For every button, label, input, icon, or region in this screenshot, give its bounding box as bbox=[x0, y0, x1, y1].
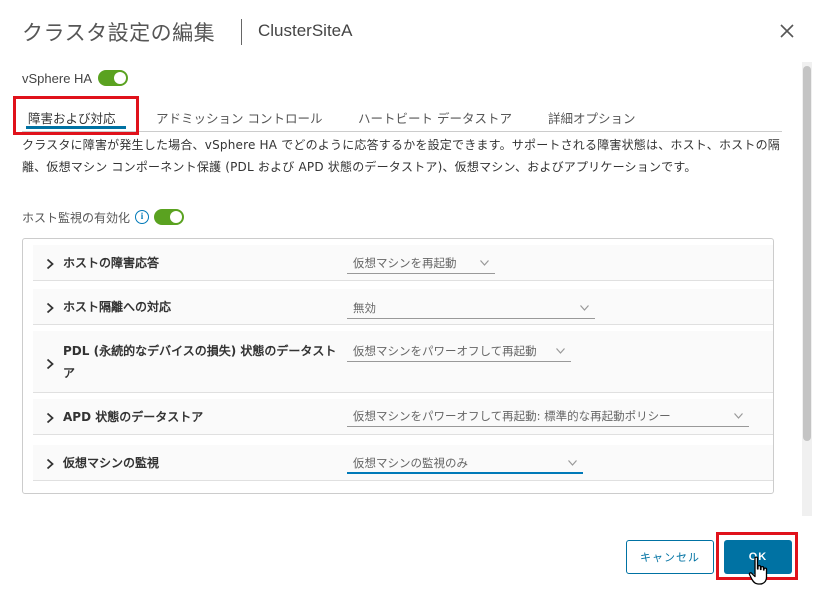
row-apd-datastore[interactable]: APD 状態のデータストア 仮想マシンをパワーオフして再起動: 標準的な再起動ポ… bbox=[33, 399, 773, 435]
row-label: PDL (永続的なデバイスの損失) 状態のデータストア bbox=[63, 344, 337, 380]
title-separator bbox=[241, 19, 242, 45]
chevron-right-icon bbox=[46, 358, 54, 370]
vsphere-ha-label: vSphere HA bbox=[22, 70, 93, 86]
select-value: 仮想マシンを再起動 bbox=[353, 256, 457, 270]
select-value: 仮想マシンをパワーオフして再起動: 標準的な再起動ポリシー bbox=[353, 409, 671, 423]
tab-advanced-options[interactable]: 詳細オプション bbox=[526, 102, 656, 132]
dialog-header: クラスタ設定の編集 ClusterSiteA bbox=[0, 0, 814, 62]
chevron-down-icon bbox=[480, 260, 489, 266]
dialog-footer: キャンセル OK bbox=[0, 518, 814, 596]
tab-admission-control[interactable]: アドミッション コントロール bbox=[134, 102, 336, 132]
select-value: 無効 bbox=[353, 301, 376, 315]
select-value: 仮想マシンをパワーオフして再起動 bbox=[353, 344, 537, 358]
chevron-down-icon bbox=[580, 305, 589, 311]
description-text: クラスタに障害が発生した場合、vSphere HA でどのように応答するかを設定… bbox=[22, 138, 780, 174]
tab-divider bbox=[22, 131, 782, 132]
row-label: 仮想マシンの監視 bbox=[63, 456, 160, 470]
chevron-right-icon bbox=[46, 258, 54, 270]
host-isolation-response-select[interactable]: 無効 bbox=[347, 297, 595, 319]
chevron-down-icon bbox=[556, 348, 565, 354]
row-label: ホスト隔離への対応 bbox=[63, 300, 172, 314]
row-host-failure-response[interactable]: ホストの障害応答 仮想マシンを再起動 bbox=[33, 245, 773, 281]
failure-response-list: ホストの障害応答 仮想マシンを再起動 ホスト隔離への対応 無効 PDL (永続的… bbox=[22, 238, 774, 494]
scrollbar-thumb[interactable] bbox=[803, 66, 811, 441]
apd-datastore-select[interactable]: 仮想マシンをパワーオフして再起動: 標準的な再起動ポリシー bbox=[347, 405, 749, 427]
chevron-right-icon bbox=[46, 458, 54, 470]
chevron-right-icon bbox=[46, 302, 54, 314]
tab-failures-and-responses[interactable]: 障害および対応 bbox=[22, 102, 134, 132]
ok-button[interactable]: OK bbox=[724, 540, 792, 574]
close-icon bbox=[780, 24, 794, 38]
select-value: 仮想マシンの監視のみ bbox=[353, 456, 468, 470]
host-monitoring-toggle[interactable] bbox=[154, 209, 185, 225]
dialog-title: クラスタ設定の編集 bbox=[22, 21, 216, 45]
dialog-body: vSphere HA 障害および対応 アドミッション コントロール ハートビート… bbox=[0, 62, 814, 518]
chevron-down-icon bbox=[568, 460, 577, 466]
cancel-button[interactable]: キャンセル bbox=[626, 540, 714, 574]
info-icon[interactable]: i bbox=[135, 210, 150, 224]
host-monitoring-row: ホスト監視の有効化 i bbox=[22, 207, 185, 227]
chevron-down-icon bbox=[734, 413, 743, 419]
vsphere-ha-toggle[interactable] bbox=[98, 70, 129, 86]
tab-heartbeat-datastores[interactable]: ハートビート データストア bbox=[336, 102, 526, 132]
dialog-subtitle: ClusterSiteA bbox=[258, 21, 353, 40]
pdl-datastore-select[interactable]: 仮想マシンをパワーオフして再起動 bbox=[347, 340, 571, 362]
host-monitoring-label: ホスト監視の有効化 bbox=[22, 210, 131, 225]
row-host-isolation-response[interactable]: ホスト隔離への対応 無効 bbox=[33, 289, 773, 325]
close-button[interactable] bbox=[776, 20, 798, 42]
vm-monitoring-select[interactable]: 仮想マシンの監視のみ bbox=[347, 452, 583, 474]
row-label: APD 状態のデータストア bbox=[63, 410, 204, 424]
row-label: ホストの障害応答 bbox=[63, 256, 160, 270]
host-failure-response-select[interactable]: 仮想マシンを再起動 bbox=[347, 252, 495, 274]
tab-bar: 障害および対応 アドミッション コントロール ハートビート データストア 詳細オ… bbox=[22, 102, 656, 132]
row-pdl-datastore[interactable]: PDL (永続的なデバイスの損失) 状態のデータストア 仮想マシンをパワーオフし… bbox=[33, 331, 773, 393]
chevron-right-icon bbox=[46, 412, 54, 424]
row-vm-monitoring[interactable]: 仮想マシンの監視 仮想マシンの監視のみ bbox=[33, 445, 773, 481]
edit-cluster-settings-dialog: クラスタ設定の編集 ClusterSiteA vSphere HA 障害および対… bbox=[0, 0, 814, 596]
vsphere-ha-row: vSphere HA bbox=[22, 68, 129, 88]
